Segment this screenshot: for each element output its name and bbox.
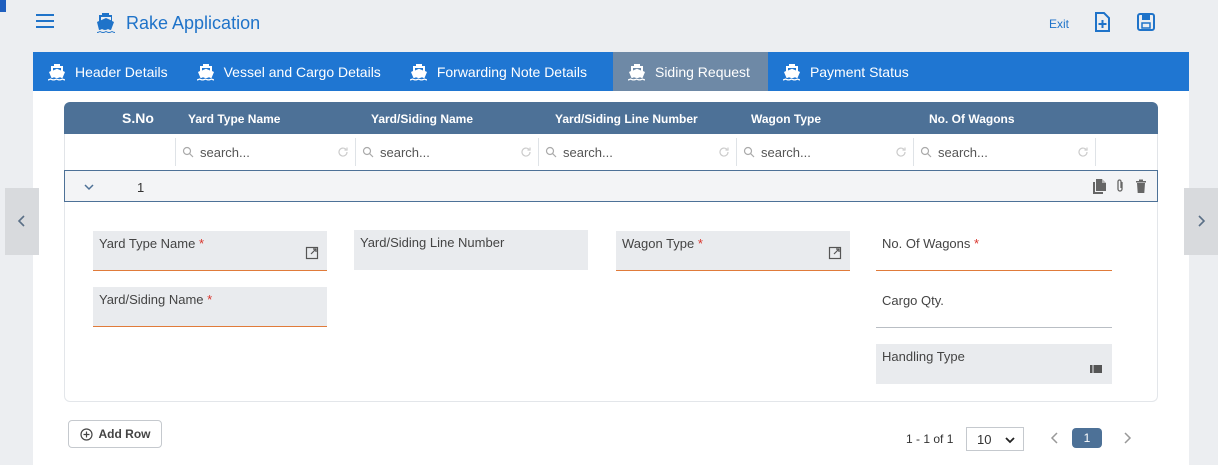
required-marker: *	[974, 236, 980, 251]
search-input-yard-siding-line-number[interactable]: search...	[538, 138, 736, 166]
ship-icon	[782, 63, 800, 80]
no-of-wagons-field[interactable]: No. Of Wagons *	[876, 231, 1112, 271]
search-placeholder: search...	[761, 144, 811, 160]
open-lookup-icon[interactable]	[828, 246, 842, 260]
page-size-value: 10	[977, 432, 992, 447]
new-document-icon[interactable]	[1091, 11, 1113, 33]
chevron-right-icon	[1198, 215, 1206, 227]
ship-icon	[97, 13, 115, 33]
filter-cell-empty	[1095, 138, 1159, 166]
tab-vessel-cargo-details[interactable]: Vessel and Cargo Details	[194, 52, 395, 91]
search-placeholder: search...	[938, 144, 988, 160]
table-row[interactable]: 1	[64, 170, 1158, 202]
plus-circle-icon	[79, 427, 93, 441]
cargo-qty-field[interactable]: Cargo Qty.	[876, 288, 1112, 328]
column-header-wagon-type[interactable]: Wagon Type	[751, 112, 821, 126]
search-placeholder: search...	[563, 144, 613, 160]
search-icon	[362, 146, 374, 158]
field-label: Wagon Type *	[622, 236, 703, 251]
row-actions	[1091, 178, 1149, 194]
page-size-select[interactable]: 10	[966, 427, 1024, 451]
field-label: Yard Type Name *	[99, 236, 204, 251]
wagon-type-field[interactable]: Wagon Type *	[616, 231, 850, 271]
search-input-yard-siding-name[interactable]: search...	[355, 138, 538, 166]
search-input-wagon-type[interactable]: search...	[736, 138, 913, 166]
open-lookup-icon[interactable]	[305, 246, 319, 260]
column-header-yard-type-name[interactable]: Yard Type Name	[188, 112, 280, 126]
search-placeholder: search...	[200, 144, 250, 160]
previous-page-icon[interactable]	[1048, 428, 1062, 448]
row-detail-panel: Yard Type Name * Yard/Siding Line Number…	[64, 202, 1158, 402]
column-header-yard-siding-name[interactable]: Yard/Siding Name	[371, 112, 473, 126]
yard-siding-line-number-label: Yard/Siding Line Number	[360, 235, 505, 250]
tab-forwarding-note-details[interactable]: Forwarding Note Details	[407, 52, 601, 91]
yard-siding-name-label: Yard/Siding Name	[99, 292, 204, 307]
ship-icon	[196, 63, 214, 80]
cargo-qty-label: Cargo Qty.	[882, 293, 944, 308]
tab-siding-request[interactable]: Siding Request	[612, 52, 768, 91]
tab-label: Payment Status	[809, 63, 909, 80]
refresh-icon[interactable]	[1077, 146, 1089, 158]
column-header-sno[interactable]: S.No	[122, 110, 154, 126]
column-header-yard-siding-line-number[interactable]: Yard/Siding Line Number	[555, 112, 698, 126]
ship-icon	[409, 63, 427, 80]
refresh-icon[interactable]	[895, 146, 907, 158]
save-icon[interactable]	[1135, 11, 1157, 33]
tab-label: Vessel and Cargo Details	[223, 63, 381, 80]
list-icon[interactable]	[1090, 364, 1102, 374]
search-placeholder: search...	[380, 144, 430, 160]
field-label: No. Of Wagons *	[882, 236, 979, 251]
pager-range: 1 - 1 of 1	[906, 432, 954, 446]
field-label: Yard/Siding Name *	[99, 292, 212, 307]
prev-tab-button[interactable]	[5, 188, 39, 255]
handling-type-label: Handling Type	[882, 349, 965, 364]
refresh-icon[interactable]	[520, 146, 532, 158]
search-icon	[743, 146, 755, 158]
copy-icon[interactable]	[1091, 178, 1107, 194]
search-icon	[182, 146, 194, 158]
required-marker: *	[697, 236, 703, 251]
handling-type-field[interactable]: Handling Type	[876, 344, 1112, 384]
refresh-icon[interactable]	[337, 146, 349, 158]
tab-label: Forwarding Note Details	[436, 63, 587, 80]
tab-payment-status[interactable]: Payment Status	[780, 52, 923, 91]
add-row-label: Add Row	[98, 427, 151, 441]
search-input-no-of-wagons[interactable]: search...	[913, 138, 1095, 166]
yard-type-name-label: Yard Type Name	[99, 236, 196, 251]
yard-siding-line-number-field[interactable]: Yard/Siding Line Number	[354, 230, 588, 270]
row-sno: 1	[137, 180, 145, 195]
required-marker: *	[198, 236, 205, 251]
delete-icon[interactable]	[1133, 178, 1149, 194]
ship-icon	[627, 63, 645, 80]
top-bar: Rake Application Exit	[0, 0, 1218, 48]
exit-link[interactable]: Exit	[1049, 17, 1069, 31]
tab-bar: Header Details Vessel and Cargo Details …	[33, 52, 1189, 91]
yard-type-name-field[interactable]: Yard Type Name *	[93, 231, 327, 271]
page-number-button[interactable]: 1	[1072, 428, 1102, 448]
wagon-type-label: Wagon Type	[622, 236, 695, 251]
add-row-button[interactable]: Add Row	[68, 420, 162, 448]
chevron-left-icon	[17, 215, 25, 227]
tab-header-details[interactable]: Header Details	[45, 52, 182, 91]
tab-label: Header Details	[75, 63, 168, 80]
next-tab-button[interactable]	[1184, 188, 1218, 255]
next-page-icon[interactable]	[1120, 428, 1134, 448]
yard-siding-name-field[interactable]: Yard/Siding Name *	[93, 287, 327, 327]
required-marker: *	[207, 292, 213, 307]
grid-header: S.No Yard Type Name Yard/Siding Name Yar…	[64, 102, 1158, 134]
search-icon	[545, 146, 557, 158]
chevron-down-icon	[1005, 437, 1015, 444]
no-of-wagons-label: No. Of Wagons	[882, 236, 971, 251]
filter-row: search... search... search... search... …	[64, 134, 1158, 170]
attachment-icon[interactable]	[1112, 178, 1128, 194]
search-input-yard-type-name[interactable]: search...	[175, 138, 355, 166]
app-title: Rake Application	[126, 13, 261, 33]
menu-icon[interactable]	[36, 14, 54, 30]
ship-icon	[48, 63, 65, 80]
refresh-icon[interactable]	[718, 146, 730, 158]
tab-label: Siding Request	[654, 63, 750, 80]
column-header-no-of-wagons[interactable]: No. Of Wagons	[929, 112, 1015, 126]
search-icon	[920, 146, 932, 158]
chevron-down-icon[interactable]	[83, 181, 95, 193]
